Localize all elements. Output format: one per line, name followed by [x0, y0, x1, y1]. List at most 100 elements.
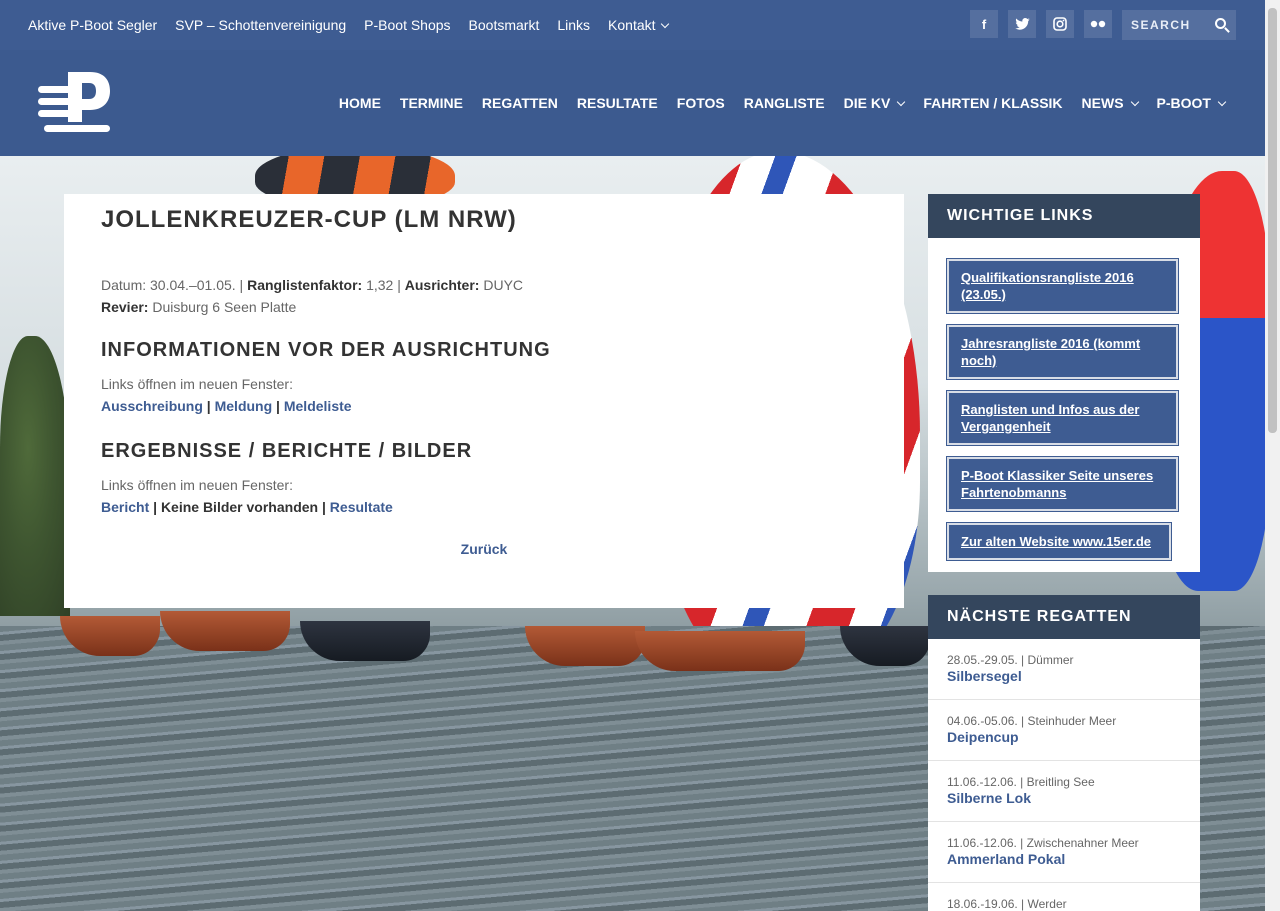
list-item: 18.06.-19.06. | Werder: [928, 883, 1200, 911]
nav-label: NEWS: [1081, 95, 1124, 111]
nav-label: FOTOS: [676, 95, 725, 111]
separator: |: [206, 398, 211, 414]
nav-home[interactable]: HOME: [339, 95, 381, 111]
social-links: f: [970, 10, 1112, 38]
nav-fotos[interactable]: FOTOS: [677, 95, 725, 111]
flickr-icon[interactable]: [1084, 10, 1112, 38]
link-button-klassiker[interactable]: P-Boot Klassiker Seite unseres Fahrtenob…: [947, 457, 1178, 511]
nav-regatten[interactable]: REGATTEN: [482, 95, 558, 111]
datum-value: 30.04.–01.05.: [150, 277, 236, 293]
page-scrollbar[interactable]: [1265, 0, 1280, 911]
facebook-icon[interactable]: f: [970, 10, 998, 38]
nav-label: RESULTATE: [576, 95, 658, 111]
regatta-detail-card: JOLLENKREUZER-CUP (LM NRW) Datum: 30.04.…: [64, 194, 904, 608]
twitter-icon[interactable]: [1008, 10, 1036, 38]
sailboat-hull: [300, 621, 430, 661]
nav-die-kv[interactable]: DIE KV: [843, 95, 906, 111]
topnav-aktive-segler[interactable]: Aktive P-Boot Segler: [28, 17, 157, 33]
list-item: 04.06.-05.06. | Steinhuder Meer Deipencu…: [928, 700, 1200, 761]
meldung-link[interactable]: Meldung: [215, 398, 273, 414]
next-regattas-widget: NÄCHSTE REGATTEN 28.05.-29.05. | Dümmer …: [928, 595, 1200, 911]
event-link[interactable]: Silberne Lok: [947, 790, 1200, 806]
topnav-kontakt[interactable]: Kontakt: [608, 17, 669, 33]
secondary-menu-bar: Aktive P-Boot Segler SVP – Schottenverei…: [0, 0, 1265, 50]
event-date: 11.06.-12.06. | Breitling See: [947, 775, 1095, 789]
site-logo[interactable]: [38, 72, 112, 134]
back-link-wrap: Zurück: [64, 541, 904, 557]
event-date: 11.06.-12.06. | Zwischenahner Meer: [947, 836, 1139, 850]
search-box: [1122, 10, 1236, 40]
important-links-widget: WICHTIGE LINKS Qualifikationsrangliste 2…: [928, 194, 1200, 572]
chevron-down-icon: [1217, 97, 1227, 106]
bericht-link[interactable]: Bericht: [101, 499, 149, 515]
meta-line-1: Datum: 30.04.–01.05. | Ranglistenfaktor:…: [101, 274, 523, 296]
nav-news[interactable]: NEWS: [1081, 95, 1139, 111]
regatta-meta: Datum: 30.04.–01.05. | Ranglistenfaktor:…: [101, 274, 523, 318]
topnav-label: SVP – Schottenvereinigung: [175, 17, 347, 33]
chevron-down-icon: [1130, 97, 1139, 106]
list-item: 11.06.-12.06. | Zwischenahner Meer Ammer…: [928, 822, 1200, 883]
separator: |: [276, 398, 280, 414]
nav-label: REGATTEN: [481, 95, 558, 111]
ausrichter-label: Ausrichter:: [404, 277, 480, 293]
list-item: 28.05.-29.05. | Dümmer Silbersegel: [928, 639, 1200, 700]
topnav-label: P-Boot Shops: [364, 17, 451, 33]
revier-label: Revier:: [101, 299, 149, 315]
topnav-shops[interactable]: P-Boot Shops: [364, 17, 450, 33]
separator: |: [321, 499, 326, 515]
ranglistenfaktor-value: 1,32: [366, 277, 394, 293]
separator: |: [397, 277, 401, 293]
chevron-down-icon: [897, 97, 906, 106]
main-nav: HOME TERMINE REGATTEN RESULTATE FOTOS RA…: [339, 50, 1227, 156]
info-links: Ausschreibung | Meldung | Meldeliste: [101, 398, 352, 414]
event-link[interactable]: Ammerland Pokal: [947, 851, 1200, 867]
nav-label: TERMINE: [399, 95, 463, 111]
separator: |: [239, 277, 244, 293]
section-title-informationen: INFORMATIONEN VOR DER AUSRICHTUNG: [101, 339, 551, 361]
topnav-links[interactable]: Links: [557, 17, 590, 33]
back-link[interactable]: Zurück: [461, 541, 508, 557]
nav-rangliste[interactable]: RANGLISTE: [744, 95, 825, 111]
widget-title: WICHTIGE LINKS: [928, 194, 1200, 238]
topnav-label: Links: [557, 17, 591, 33]
new-window-note: Links öffnen im neuen Fenster:: [101, 376, 293, 392]
datum-label: Datum:: [101, 277, 147, 293]
nav-fahrten-klassik[interactable]: FAHRTEN / KLASSIK: [923, 95, 1062, 111]
ranglistenfaktor-label: Ranglistenfaktor:: [247, 277, 363, 293]
result-links: Bericht | Keine Bilder vorhanden | Resul…: [101, 499, 393, 515]
search-icon[interactable]: [1215, 18, 1226, 29]
link-button-vergangenheit[interactable]: Ranglisten und Infos aus der Vergangenhe…: [947, 391, 1178, 445]
list-item: 11.06.-12.06. | Breitling See Silberne L…: [928, 761, 1200, 822]
topnav-label: Aktive P-Boot Segler: [28, 17, 158, 33]
instagram-icon[interactable]: [1046, 10, 1074, 38]
page-title: JOLLENKREUZER-CUP (LM NRW): [101, 206, 517, 233]
topnav-bootsmarkt[interactable]: Bootsmarkt: [469, 17, 540, 33]
scrollbar-thumb[interactable]: [1268, 8, 1277, 433]
nav-label: P-BOOT: [1156, 95, 1211, 111]
main-header: HOME TERMINE REGATTEN RESULTATE FOTOS RA…: [0, 50, 1265, 156]
secondary-nav: Aktive P-Boot Segler SVP – Schottenverei…: [28, 0, 669, 50]
link-button-jahresrangliste[interactable]: Jahresrangliste 2016 (kommt noch): [947, 325, 1178, 379]
nav-label: DIE KV: [843, 95, 891, 111]
widget-title: NÄCHSTE REGATTEN: [928, 595, 1200, 639]
topnav-svp[interactable]: SVP – Schottenvereinigung: [175, 17, 346, 33]
nav-termine[interactable]: TERMINE: [400, 95, 463, 111]
nav-resultate[interactable]: RESULTATE: [577, 95, 658, 111]
resultate-link[interactable]: Resultate: [330, 499, 393, 515]
link-button-alte-website[interactable]: Zur alten Website www.15er.de: [947, 523, 1171, 560]
meldeliste-link[interactable]: Meldeliste: [284, 398, 352, 414]
separator: |: [153, 499, 158, 515]
sailboat-hull: [525, 626, 645, 666]
sailboat-hull: [635, 631, 805, 671]
sailboat-hull: [160, 611, 290, 651]
topnav-label: Kontakt: [608, 17, 656, 33]
nav-p-boot[interactable]: P-BOOT: [1156, 95, 1227, 111]
link-button-qualifikationsrangliste[interactable]: Qualifikationsrangliste 2016 (23.05.): [947, 259, 1178, 313]
event-link[interactable]: Silbersegel: [947, 668, 1200, 684]
revier-value: Duisburg 6 Seen Platte: [152, 299, 297, 315]
ausschreibung-link[interactable]: Ausschreibung: [101, 398, 203, 414]
event-link[interactable]: Deipencup: [947, 729, 1200, 745]
background-trees: [0, 336, 70, 616]
meta-line-2: Revier: Duisburg 6 Seen Platte: [101, 296, 523, 318]
nav-label: FAHRTEN / KLASSIK: [923, 95, 1063, 111]
